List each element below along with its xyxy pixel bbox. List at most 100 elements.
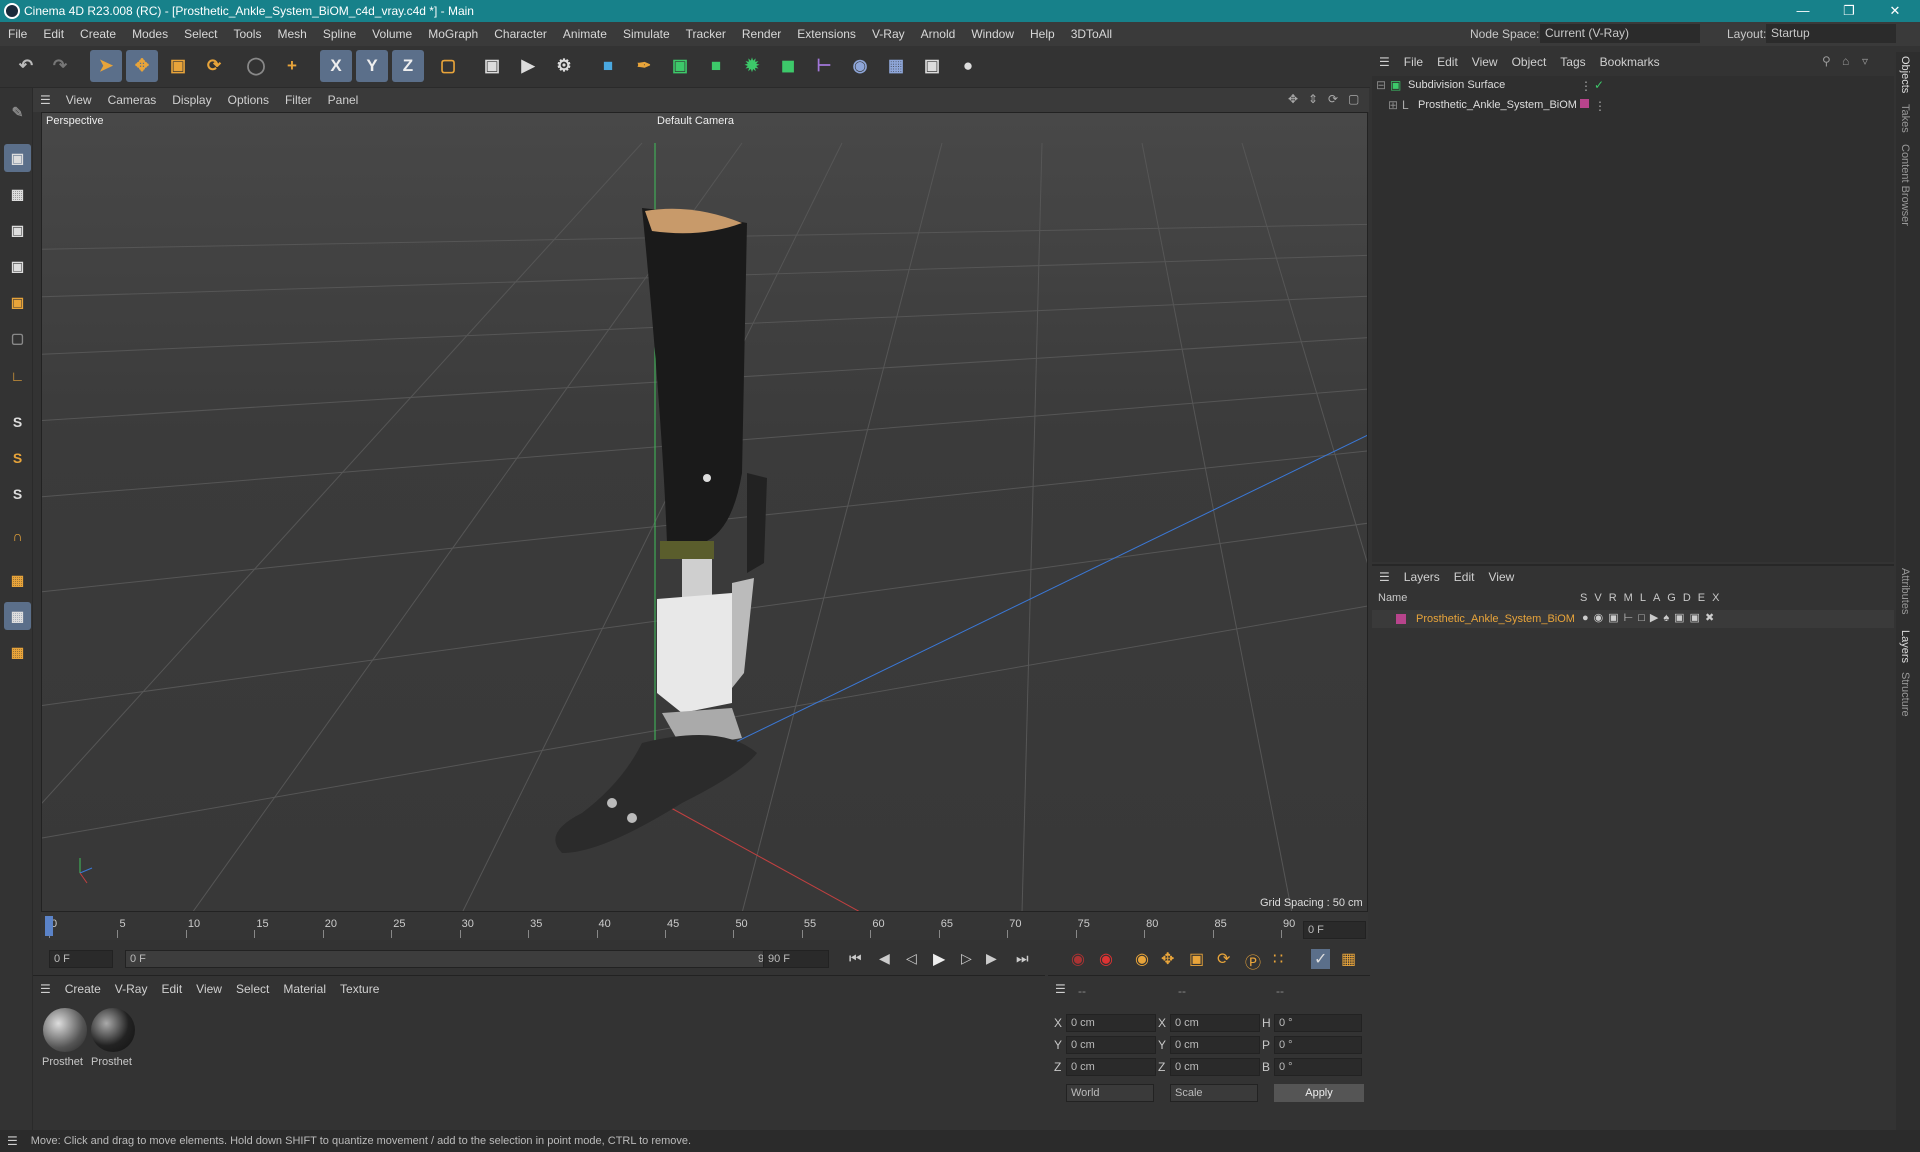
mograph-icon[interactable]: ◼ (772, 50, 804, 82)
next-frame-icon[interactable]: ▷ (961, 950, 972, 967)
viewport-menu-options[interactable]: Options (220, 93, 277, 107)
size-y-field[interactable]: 0 cm (1170, 1036, 1260, 1054)
make-editable-icon[interactable]: ✎ (4, 98, 31, 126)
viewport-rotate-icon[interactable]: ⟳ (1328, 92, 1338, 106)
material-menu-edit[interactable]: Edit (154, 982, 189, 996)
menu-simulate[interactable]: Simulate (615, 27, 678, 41)
coord-hamburger-icon[interactable]: ☰ (1048, 982, 1073, 996)
layer-col-s[interactable]: S (1580, 592, 1587, 604)
grid-icon[interactable]: ▦ (4, 602, 31, 630)
play-icon[interactable]: ▶ (933, 949, 945, 969)
render-view-icon[interactable]: ▣ (476, 50, 508, 82)
viewport-hamburger-icon[interactable]: ☰ (33, 93, 58, 107)
node-space-select[interactable]: Current (V-Ray) (1540, 24, 1700, 43)
start-frame-field[interactable]: 0 F (49, 950, 113, 968)
tab-structure[interactable]: Structure (1899, 672, 1911, 717)
x-axis-icon[interactable]: X (320, 50, 352, 82)
object-home-icon[interactable]: ⌂ (1842, 54, 1849, 68)
material-menu-create[interactable]: Create (58, 982, 108, 996)
go-to-end-icon[interactable]: ⏭ (1016, 950, 1029, 967)
object-search-icon[interactable]: ⚲ (1822, 54, 1831, 68)
rotation-h-field[interactable]: 0 ° (1274, 1014, 1362, 1032)
restore-icon[interactable]: ❐ (1826, 0, 1872, 22)
next-key-icon[interactable]: ▶ (986, 950, 997, 967)
material-menu-texture[interactable]: Texture (333, 982, 386, 996)
tab-attributes[interactable]: Attributes (1899, 568, 1911, 614)
object-name[interactable]: Prosthetic_Ankle_System_BiOM (1418, 99, 1577, 111)
menu-edit[interactable]: Edit (35, 27, 72, 41)
solo-single-icon[interactable]: S (4, 444, 31, 472)
menu-character[interactable]: Character (486, 27, 555, 41)
axis-mode-icon[interactable]: ∟ (4, 362, 31, 390)
material-swatch-1[interactable] (43, 1008, 87, 1052)
expand-icon[interactable]: ⊞ (1388, 98, 1398, 112)
light-icon[interactable]: ● (952, 50, 984, 82)
object-menu-tags[interactable]: Tags (1553, 55, 1592, 69)
tab-layers[interactable]: Layers (1899, 630, 1911, 663)
solo-off-icon[interactable]: S (4, 408, 31, 436)
layer-col-a[interactable]: A (1653, 592, 1660, 604)
layer-menu-layers[interactable]: Layers (1397, 570, 1447, 584)
expand-icon[interactable]: ⊟ (1376, 78, 1386, 92)
visibility-dots-icon[interactable]: ⋮ (1580, 79, 1592, 93)
tab-content-browser[interactable]: Content Browser (1899, 144, 1911, 226)
menu-3dtoall[interactable]: 3DToAll (1063, 27, 1120, 41)
record-icon[interactable]: ◉ (1071, 949, 1085, 969)
object-menu-view[interactable]: View (1465, 55, 1505, 69)
scale-tool-icon[interactable]: ▣ (162, 50, 194, 82)
previous-key-icon[interactable]: ◀ (879, 950, 890, 967)
object-menu-edit[interactable]: Edit (1430, 55, 1465, 69)
key-selection-icon[interactable]: ◉ (1135, 949, 1149, 969)
menu-animate[interactable]: Animate (555, 27, 615, 41)
layer-col-e[interactable]: E (1698, 592, 1705, 604)
edges-mode-icon[interactable]: ▣ (4, 252, 31, 280)
layer-col-g[interactable]: G (1667, 592, 1676, 604)
menu-vray[interactable]: V-Ray (864, 27, 913, 41)
close-icon[interactable]: ✕ (1872, 0, 1918, 22)
playhead[interactable] (45, 916, 53, 936)
go-to-start-icon[interactable]: ⏮ (849, 950, 862, 967)
menu-spline[interactable]: Spline (315, 27, 364, 41)
size-x-field[interactable]: 0 cm (1170, 1014, 1260, 1032)
viewport-menu-cameras[interactable]: Cameras (100, 93, 165, 107)
layer-hamburger-icon[interactable]: ☰ (1372, 570, 1397, 584)
timeline-ruler[interactable]: 0 5 10 15 20 25 30 35 40 45 50 55 60 65 70 75 80 85 90 0 F (41, 912, 1368, 940)
viewport-menu-display[interactable]: Display (164, 93, 219, 107)
live-select-icon[interactable]: ◯ (240, 50, 272, 82)
position-x-field[interactable]: 0 cm (1066, 1014, 1156, 1032)
range-slider[interactable]: 0 F 90 F (125, 950, 787, 968)
enabled-check-icon[interactable]: ✓ (1594, 78, 1604, 92)
layer-col-d[interactable]: D (1683, 592, 1691, 604)
layer-col-m[interactable]: M (1624, 592, 1633, 604)
object-filter-icon[interactable]: ▿ (1862, 54, 1868, 68)
move-tool-icon[interactable]: ✥ (126, 50, 158, 82)
key-param-icon[interactable]: Ⓟ (1245, 949, 1261, 973)
lock-workplane-icon[interactable]: ▦ (4, 638, 31, 666)
material-menu-vray[interactable]: V-Ray (108, 982, 155, 996)
current-frame-field[interactable]: 0 F (1303, 921, 1366, 939)
auto-key-icon[interactable]: ◉ (1099, 949, 1113, 969)
pen-spline-icon[interactable]: ✒ (628, 50, 660, 82)
layer-col-x[interactable]: X (1712, 592, 1719, 604)
visibility-dots-icon[interactable]: ⋮ (1594, 99, 1606, 113)
layer-name[interactable]: Prosthetic_Ankle_System_BiOM (1416, 613, 1575, 625)
solo-hierarchy-icon[interactable]: S (4, 480, 31, 508)
viewport-menu-panel[interactable]: Panel (320, 93, 367, 107)
object-menu-object[interactable]: Object (1505, 55, 1554, 69)
menu-modes[interactable]: Modes (124, 27, 176, 41)
cube-icon[interactable]: ■ (592, 50, 624, 82)
object-hamburger-icon[interactable]: ☰ (1372, 55, 1397, 69)
minimize-icon[interactable]: — (1780, 0, 1826, 22)
layer-menu-edit[interactable]: Edit (1447, 570, 1482, 584)
rotation-b-field[interactable]: 0 ° (1274, 1058, 1362, 1076)
model-mode-icon[interactable]: ▣ (4, 144, 31, 172)
menu-help[interactable]: Help (1022, 27, 1063, 41)
layout-select[interactable]: Startup (1766, 24, 1896, 43)
coordinate-system-icon[interactable]: ▢ (432, 50, 464, 82)
select-tool-icon[interactable]: ➤ (90, 50, 122, 82)
menu-create[interactable]: Create (72, 27, 124, 41)
object-name[interactable]: Subdivision Surface (1408, 79, 1505, 91)
viewport-maximize-icon[interactable]: ▢ (1348, 92, 1359, 106)
menu-window[interactable]: Window (963, 27, 1022, 41)
z-axis-icon[interactable]: Z (392, 50, 424, 82)
